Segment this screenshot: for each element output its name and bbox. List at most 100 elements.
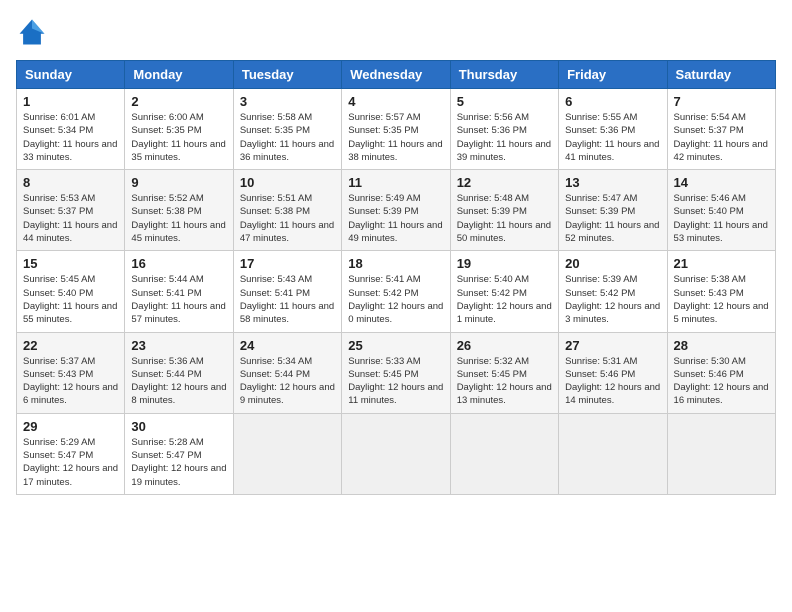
table-row: 4 Sunrise: 5:57 AMSunset: 5:35 PMDaylight… [342, 89, 450, 170]
table-row [342, 413, 450, 494]
day-info: Sunrise: 5:29 AMSunset: 5:47 PMDaylight:… [23, 436, 118, 489]
table-row: 3 Sunrise: 5:58 AMSunset: 5:35 PMDaylight… [233, 89, 341, 170]
day-number: 30 [131, 419, 226, 434]
day-number: 13 [565, 175, 660, 190]
day-info: Sunrise: 5:44 AMSunset: 5:41 PMDaylight:… [131, 273, 226, 326]
table-row: 29 Sunrise: 5:29 AMSunset: 5:47 PMDayligh… [17, 413, 125, 494]
col-header-friday: Friday [559, 61, 667, 89]
table-row: 8Sunrise: 5:53 AMSunset: 5:37 PMDaylight… [17, 170, 125, 251]
day-number: 9 [131, 175, 226, 190]
col-header-wednesday: Wednesday [342, 61, 450, 89]
day-info: Sunrise: 5:31 AMSunset: 5:46 PMDaylight:… [565, 355, 660, 408]
day-info: Sunrise: 5:40 AMSunset: 5:42 PMDaylight:… [457, 273, 552, 326]
logo-icon [16, 16, 48, 48]
day-info: Sunrise: 5:30 AMSunset: 5:46 PMDaylight:… [674, 355, 769, 408]
calendar-week-row: 1 Sunrise: 6:01 AMSunset: 5:34 PMDaylight… [17, 89, 776, 170]
table-row: 30 Sunrise: 5:28 AMSunset: 5:47 PMDayligh… [125, 413, 233, 494]
day-number: 23 [131, 338, 226, 353]
calendar-table: SundayMondayTuesdayWednesdayThursdayFrid… [16, 60, 776, 495]
table-row: 27 Sunrise: 5:31 AMSunset: 5:46 PMDayligh… [559, 332, 667, 413]
day-info: Sunrise: 5:53 AMSunset: 5:37 PMDaylight:… [23, 192, 118, 245]
day-info: Sunrise: 5:36 AMSunset: 5:44 PMDaylight:… [131, 355, 226, 408]
table-row [233, 413, 341, 494]
day-number: 18 [348, 256, 443, 271]
day-info: Sunrise: 5:37 AMSunset: 5:43 PMDaylight:… [23, 355, 118, 408]
day-number: 15 [23, 256, 118, 271]
day-number: 5 [457, 94, 552, 109]
col-header-saturday: Saturday [667, 61, 775, 89]
table-row [450, 413, 558, 494]
table-row: 18 Sunrise: 5:41 AMSunset: 5:42 PMDayligh… [342, 251, 450, 332]
day-info: Sunrise: 5:52 AMSunset: 5:38 PMDaylight:… [131, 192, 226, 245]
calendar-week-row: 8Sunrise: 5:53 AMSunset: 5:37 PMDaylight… [17, 170, 776, 251]
day-info: Sunrise: 5:46 AMSunset: 5:40 PMDaylight:… [674, 192, 769, 245]
day-info: Sunrise: 5:38 AMSunset: 5:43 PMDaylight:… [674, 273, 769, 326]
day-number: 3 [240, 94, 335, 109]
day-number: 20 [565, 256, 660, 271]
col-header-sunday: Sunday [17, 61, 125, 89]
page-header [16, 16, 776, 48]
calendar-week-row: 15Sunrise: 5:45 AMSunset: 5:40 PMDayligh… [17, 251, 776, 332]
day-info: Sunrise: 5:56 AMSunset: 5:36 PMDaylight:… [457, 111, 552, 164]
day-info: Sunrise: 5:34 AMSunset: 5:44 PMDaylight:… [240, 355, 335, 408]
day-info: Sunrise: 5:57 AMSunset: 5:35 PMDaylight:… [348, 111, 443, 164]
day-number: 17 [240, 256, 335, 271]
table-row: 26 Sunrise: 5:32 AMSunset: 5:45 PMDayligh… [450, 332, 558, 413]
table-row: 22Sunrise: 5:37 AMSunset: 5:43 PMDayligh… [17, 332, 125, 413]
calendar-header-row: SundayMondayTuesdayWednesdayThursdayFrid… [17, 61, 776, 89]
day-number: 26 [457, 338, 552, 353]
table-row: 9 Sunrise: 5:52 AMSunset: 5:38 PMDaylight… [125, 170, 233, 251]
day-info: Sunrise: 5:47 AMSunset: 5:39 PMDaylight:… [565, 192, 660, 245]
calendar-week-row: 29 Sunrise: 5:29 AMSunset: 5:47 PMDayligh… [17, 413, 776, 494]
day-number: 12 [457, 175, 552, 190]
table-row: 28 Sunrise: 5:30 AMSunset: 5:46 PMDayligh… [667, 332, 775, 413]
table-row: 5 Sunrise: 5:56 AMSunset: 5:36 PMDaylight… [450, 89, 558, 170]
day-number: 28 [674, 338, 769, 353]
table-row: 16 Sunrise: 5:44 AMSunset: 5:41 PMDayligh… [125, 251, 233, 332]
day-number: 2 [131, 94, 226, 109]
table-row: 20Sunrise: 5:39 AMSunset: 5:42 PMDayligh… [559, 251, 667, 332]
day-info: Sunrise: 5:48 AMSunset: 5:39 PMDaylight:… [457, 192, 552, 245]
table-row: 14 Sunrise: 5:46 AMSunset: 5:40 PMDayligh… [667, 170, 775, 251]
table-row: 23 Sunrise: 5:36 AMSunset: 5:44 PMDayligh… [125, 332, 233, 413]
day-info: Sunrise: 5:41 AMSunset: 5:42 PMDaylight:… [348, 273, 443, 326]
table-row: 1 Sunrise: 6:01 AMSunset: 5:34 PMDaylight… [17, 89, 125, 170]
day-info: Sunrise: 5:49 AMSunset: 5:39 PMDaylight:… [348, 192, 443, 245]
day-number: 27 [565, 338, 660, 353]
day-number: 21 [674, 256, 769, 271]
table-row: 6 Sunrise: 5:55 AMSunset: 5:36 PMDaylight… [559, 89, 667, 170]
table-row: 13 Sunrise: 5:47 AMSunset: 5:39 PMDayligh… [559, 170, 667, 251]
table-row: 10Sunrise: 5:51 AMSunset: 5:38 PMDayligh… [233, 170, 341, 251]
day-info: Sunrise: 5:51 AMSunset: 5:38 PMDaylight:… [240, 192, 335, 245]
day-info: Sunrise: 5:43 AMSunset: 5:41 PMDaylight:… [240, 273, 335, 326]
day-number: 1 [23, 94, 118, 109]
table-row: 2 Sunrise: 6:00 AMSunset: 5:35 PMDaylight… [125, 89, 233, 170]
col-header-tuesday: Tuesday [233, 61, 341, 89]
day-number: 19 [457, 256, 552, 271]
table-row: 17 Sunrise: 5:43 AMSunset: 5:41 PMDayligh… [233, 251, 341, 332]
day-info: Sunrise: 5:28 AMSunset: 5:47 PMDaylight:… [131, 436, 226, 489]
logo [16, 16, 52, 48]
table-row: 21 Sunrise: 5:38 AMSunset: 5:43 PMDayligh… [667, 251, 775, 332]
day-number: 25 [348, 338, 443, 353]
day-info: Sunrise: 6:00 AMSunset: 5:35 PMDaylight:… [131, 111, 226, 164]
table-row: 7Sunrise: 5:54 AMSunset: 5:37 PMDaylight… [667, 89, 775, 170]
table-row: 11 Sunrise: 5:49 AMSunset: 5:39 PMDayligh… [342, 170, 450, 251]
day-info: Sunrise: 5:33 AMSunset: 5:45 PMDaylight:… [348, 355, 443, 408]
day-info: Sunrise: 5:32 AMSunset: 5:45 PMDaylight:… [457, 355, 552, 408]
table-row: 24Sunrise: 5:34 AMSunset: 5:44 PMDayligh… [233, 332, 341, 413]
day-number: 14 [674, 175, 769, 190]
day-info: Sunrise: 5:55 AMSunset: 5:36 PMDaylight:… [565, 111, 660, 164]
day-info: Sunrise: 6:01 AMSunset: 5:34 PMDaylight:… [23, 111, 118, 164]
table-row: 12 Sunrise: 5:48 AMSunset: 5:39 PMDayligh… [450, 170, 558, 251]
day-number: 16 [131, 256, 226, 271]
day-info: Sunrise: 5:58 AMSunset: 5:35 PMDaylight:… [240, 111, 335, 164]
day-number: 4 [348, 94, 443, 109]
day-number: 7 [674, 94, 769, 109]
table-row: 25 Sunrise: 5:33 AMSunset: 5:45 PMDayligh… [342, 332, 450, 413]
day-number: 11 [348, 175, 443, 190]
col-header-thursday: Thursday [450, 61, 558, 89]
day-number: 6 [565, 94, 660, 109]
table-row: 15Sunrise: 5:45 AMSunset: 5:40 PMDayligh… [17, 251, 125, 332]
day-number: 29 [23, 419, 118, 434]
